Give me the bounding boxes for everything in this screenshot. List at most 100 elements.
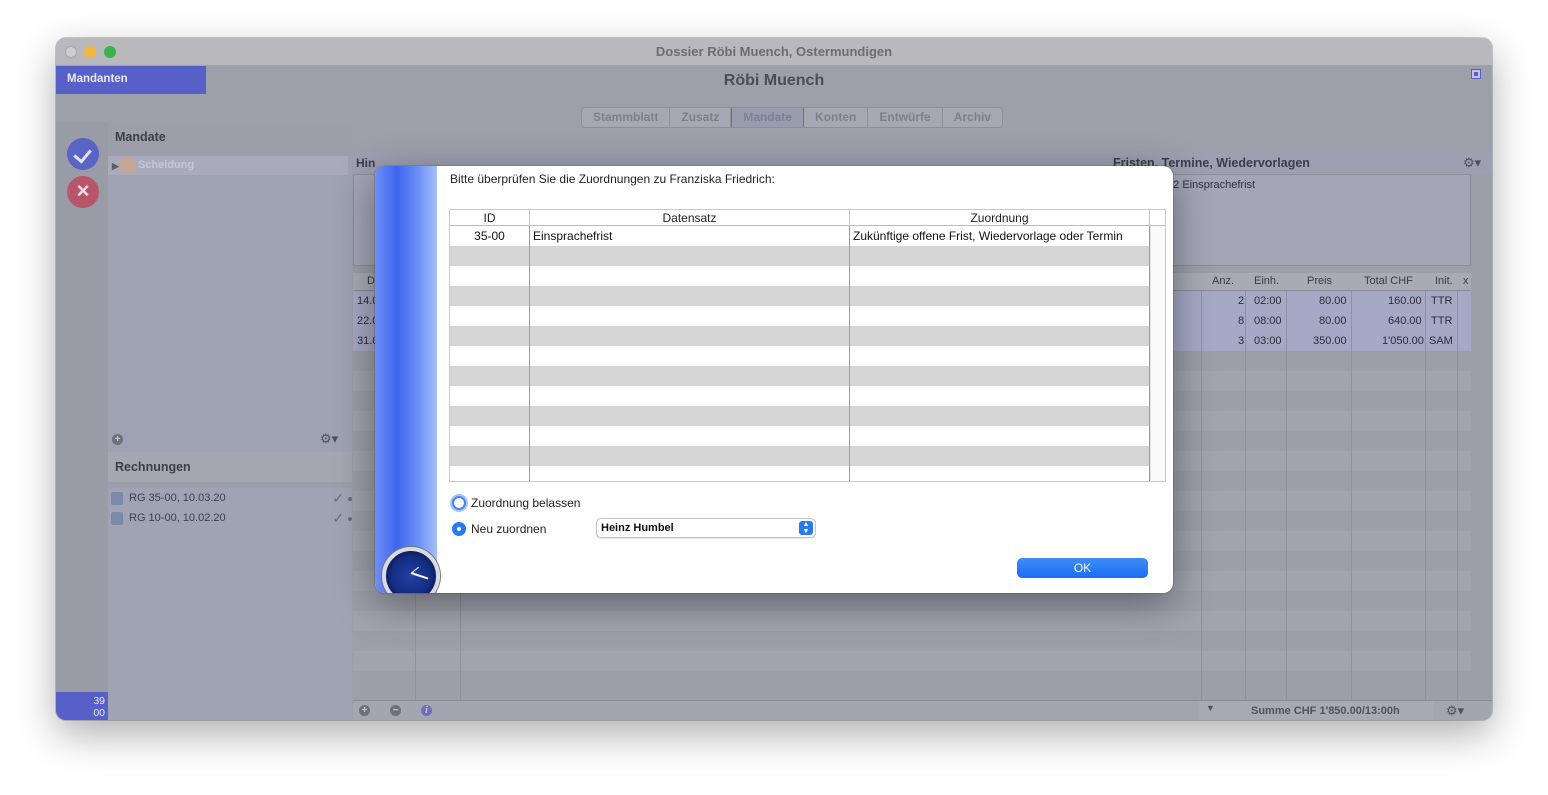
cell-datensatz: Einsprachefrist (530, 226, 850, 246)
hinweise-label: Hin (356, 156, 376, 170)
minimize-window-button[interactable] (84, 46, 96, 58)
radio-neu-zuordnen[interactable] (452, 522, 466, 536)
counter-line-2: 00 (93, 707, 105, 719)
window-title: Dossier Röbi Muench, Ostermundigen (655, 44, 893, 59)
tab-mandate[interactable]: Mandate (731, 108, 805, 127)
tab-archiv[interactable]: Archiv (943, 108, 1002, 127)
empty-row (450, 266, 1150, 286)
close-icon: × (76, 178, 90, 203)
col-header-preis[interactable]: Preis (1307, 275, 1332, 287)
empty-row (450, 246, 1150, 266)
cell-total: 160.00 (1388, 295, 1422, 307)
cell-preis: 80.00 (1319, 315, 1347, 327)
client-name-title: Röbi Muench (723, 72, 825, 89)
status-dot-icon (348, 497, 352, 501)
tab-konten[interactable]: Konten (804, 108, 869, 127)
mandate-item-label: Scheidung (138, 159, 195, 171)
leistungen-gear-icon[interactable]: ⚙▾ (1446, 703, 1464, 719)
col-header-x[interactable]: x (1463, 275, 1469, 287)
rechnungen-header: Rechnungen (108, 452, 352, 482)
mandate-gear-icon[interactable]: ⚙▾ (320, 431, 338, 447)
invoice-document-icon (111, 512, 123, 525)
grid-column-line (1201, 291, 1202, 700)
cell-zuordnung: Zukünftige offene Frist, Wiedervorlage o… (850, 226, 1150, 246)
empty-row (450, 426, 1150, 446)
list-item[interactable]: RG 10-00, 10.02.20 ✓ (108, 508, 352, 528)
radio-zuordnung-belassen[interactable] (452, 496, 466, 510)
disclosure-triangle-icon[interactable]: ▶ (112, 157, 119, 176)
clock-icon (382, 547, 440, 593)
person-select[interactable]: Heinz Humbel ▲ ▼ (596, 518, 816, 538)
col-header-total[interactable]: Total CHF (1364, 275, 1413, 287)
col-header-datensatz[interactable]: Datensatz (530, 210, 850, 226)
empty-row (450, 446, 1150, 466)
col-header-date[interactable]: D (367, 275, 375, 287)
empty-row (353, 611, 1471, 631)
dossier-tabs: Stammblatt Zusatz Mandate Konten Entwürf… (581, 107, 1004, 128)
table-header: ID Datensatz Zuordnung (450, 210, 1165, 226)
rechnungen-list: RG 35-00, 10.03.20 ✓ RG 10-00, 10.02.20 … (108, 488, 352, 720)
tab-zusatz[interactable]: Zusatz (670, 108, 732, 127)
col-header-zuordnung[interactable]: Zuordnung (850, 210, 1150, 226)
tab-entwuerfe[interactable]: Entwürfe (868, 108, 943, 127)
radio-label-neu[interactable]: Neu zuordnen (471, 522, 546, 536)
cell-anz: 8 (1238, 315, 1245, 327)
list-item[interactable]: RG 35-00, 10.03.20 ✓ (108, 488, 352, 508)
checkmark-icon: ✓ (332, 490, 344, 506)
ok-button[interactable]: OK (1017, 558, 1148, 578)
radio-label-belassen[interactable]: Zuordnung belassen (471, 496, 580, 510)
mandate-header: Mandate (115, 130, 166, 144)
col-header-id[interactable]: ID (450, 210, 530, 226)
person-select-value: Heinz Humbel (601, 522, 674, 534)
col-header-anz[interactable]: Anz. (1212, 275, 1234, 287)
cell-preis: 80.00 (1319, 295, 1347, 307)
mandate-panel: Mandate ▶ Scheidung + ⚙▾ Rechnungen RG 3… (108, 122, 352, 720)
empty-row (450, 346, 1150, 366)
leistungen-toolbar: + − i Summe CHF 1'850.00/13:00h ▼ ⚙▾ (353, 700, 1492, 720)
empty-row (450, 386, 1150, 406)
add-icon[interactable]: + (359, 705, 370, 716)
status-dot-icon (348, 517, 352, 521)
empty-row (353, 651, 1471, 671)
left-action-bar: × 39 00 (56, 122, 108, 720)
confirm-check-button[interactable] (67, 138, 99, 170)
empty-row (450, 366, 1150, 386)
grid-column-line (1245, 291, 1246, 700)
invoice-document-icon (111, 492, 123, 505)
cell-einh: 02:00 (1254, 295, 1282, 307)
cell-einh: 03:00 (1254, 335, 1282, 347)
chevron-down-icon[interactable]: ▼ (1206, 703, 1215, 713)
add-mandate-icon[interactable]: + (112, 434, 123, 445)
col-header-einh[interactable]: Einh. (1254, 275, 1279, 287)
grid-column-line (1351, 291, 1352, 700)
cancel-x-button[interactable]: × (67, 176, 99, 208)
cell-anz: 2 (1238, 295, 1245, 307)
grid-column-line (1457, 291, 1458, 700)
col-header-init[interactable]: Init. (1435, 275, 1453, 287)
close-window-button[interactable] (65, 46, 77, 58)
zuordnung-dialog: Bitte überprüfen Sie die Zuordnungen zu … (375, 166, 1173, 593)
summe-text: Summe CHF 1'850.00/13:00h (1251, 705, 1400, 717)
checkmark-icon: ✓ (332, 510, 344, 526)
cell-total: 640.00 (1388, 315, 1422, 327)
tab-stammblatt[interactable]: Stammblatt (582, 108, 671, 127)
title-bar[interactable]: Dossier Röbi Muench, Ostermundigen (56, 38, 1492, 66)
dialog-sidebar (375, 166, 440, 593)
updown-chevron-icon: ▲ ▼ (799, 521, 813, 535)
zoom-window-button[interactable] (104, 46, 116, 58)
fristen-gear-icon[interactable]: ⚙▾ (1463, 155, 1481, 171)
empty-row (450, 326, 1150, 346)
table-scrollbar[interactable] (1150, 226, 1165, 481)
empty-row (450, 466, 1150, 481)
frist-item[interactable]: .22 Einsprachefrist (1164, 179, 1255, 191)
table-row[interactable]: 35-00 Einsprachefrist Zukünftige offene … (450, 226, 1150, 246)
restore-icon[interactable] (1471, 69, 1481, 79)
avatar (120, 158, 135, 173)
info-icon[interactable]: i (421, 705, 432, 716)
cell-anz: 3 (1238, 335, 1245, 347)
cell-einh: 08:00 (1254, 315, 1282, 327)
dialog-message: Bitte überprüfen Sie die Zuordnungen zu … (450, 172, 775, 186)
remove-icon[interactable]: − (390, 705, 401, 716)
list-item[interactable]: ▶ Scheidung (108, 156, 348, 175)
cell-init: TTR (1431, 315, 1453, 327)
